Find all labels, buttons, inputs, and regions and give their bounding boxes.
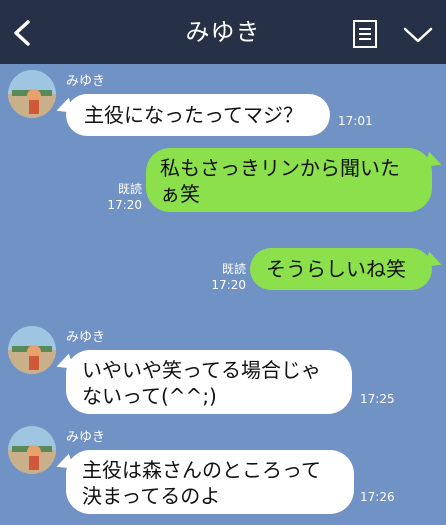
message-text: いやいや笑ってる場合じゃ (82, 358, 321, 382)
message-bubble[interactable]: そうらしいね笑 (250, 248, 445, 290)
message-text: 私もさっきリンから聞いた (160, 156, 400, 180)
message-time: 17:20 (107, 198, 142, 212)
avatar[interactable] (8, 426, 56, 474)
sender-name: みゆき (66, 330, 106, 345)
read-receipt: 既読 (221, 262, 246, 276)
chat-header: みゆき (0, 0, 446, 64)
message-text: 主役は森さんのところって (82, 458, 321, 482)
read-receipt: 既読 (117, 182, 142, 196)
chat-title: みゆき (185, 18, 261, 46)
message-text: ぁ笑 (160, 182, 200, 206)
avatar[interactable] (8, 326, 56, 374)
message-bubble[interactable]: 主役は森さんのところって 決まってるのよ (53, 450, 354, 514)
note-icon[interactable] (352, 19, 378, 49)
message-text: そうらしいね笑 (266, 257, 406, 281)
sender-name: みゆき (66, 430, 106, 445)
message-time: 17:01 (338, 114, 373, 128)
sender-name: みゆき (66, 74, 106, 89)
message-bubble[interactable]: 私もさっきリンから聞いた ぁ笑 (146, 148, 445, 212)
message-time: 17:20 (211, 278, 246, 292)
message-text: ないって(^^;) (82, 384, 217, 408)
chevron-down-icon[interactable] (402, 26, 434, 44)
message-time: 17:26 (360, 490, 395, 504)
message-time: 17:25 (360, 392, 395, 406)
message-bubble[interactable]: いやいや笑ってる場合じゃ ないって(^^;) (53, 350, 352, 414)
message-text: 主役になったってマジ？ (84, 103, 303, 127)
message-bubble[interactable]: 主役になったってマジ？ (53, 94, 330, 136)
message-text: 決まってるのよ (82, 484, 221, 508)
avatar[interactable] (8, 70, 56, 118)
